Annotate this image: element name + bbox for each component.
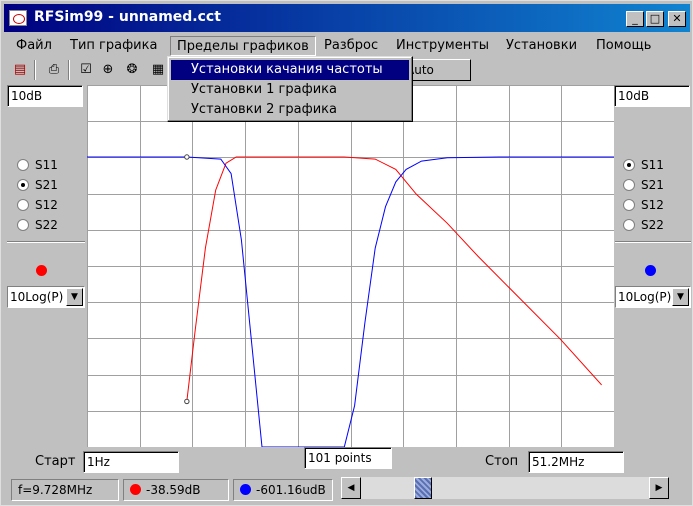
open-icon[interactable]: ▤ [10,60,30,80]
chevron-down-icon[interactable]: ▼ [672,288,689,306]
status-frequency: f=9.728MHz [11,479,119,501]
toolbar-separator [68,60,70,80]
right-trace-color-dot [645,265,656,276]
smith-icon[interactable]: ⊕ [98,60,118,80]
table-icon[interactable]: ▦ [148,60,168,80]
right-radio-s22[interactable]: S22 [623,217,664,233]
radio-icon [623,219,635,231]
stop-frequency-input[interactable]: 51.2MHz [528,451,624,473]
app-icon[interactable] [9,10,27,26]
select-value: 10Log(P) [618,290,672,304]
menu-tools[interactable]: Инструменты [390,36,495,56]
radio-icon [17,179,29,191]
radio-icon [17,159,29,171]
radio-label: S22 [641,218,664,232]
series-line-1 [186,156,602,402]
menu-help[interactable]: Помощь [590,36,657,56]
app-window: RFSim99 - unnamed.cct _ □ ✕ Файл Тип гра… [0,0,693,506]
radio-label: S11 [641,158,664,172]
polar-icon[interactable]: ❂ [122,60,142,80]
radio-icon [17,199,29,211]
title-bar[interactable]: RFSim99 - unnamed.cct _ □ ✕ [4,4,690,32]
graph-limits-dropdown: Установки качания частоты Установки 1 гр… [167,56,413,122]
left-scale-field[interactable]: 10dB [7,85,83,107]
frequency-readout: f=9.728MHz [18,483,93,497]
window-title: RFSim99 - unnamed.cct [34,9,221,25]
radio-icon [17,219,29,231]
scroll-thumb[interactable] [414,477,432,499]
print-icon[interactable]: ⎙ [44,60,64,80]
radio-label: S21 [641,178,664,192]
right-radio-s21[interactable]: S21 [623,177,664,193]
left-radio-s22[interactable]: S22 [17,217,58,233]
left-trace-color-dot [36,265,47,276]
radio-label: S21 [35,178,58,192]
right-radio-s11[interactable]: S11 [623,157,664,173]
points-input[interactable]: 101 points [304,447,392,469]
start-frequency-input[interactable]: 1Hz [83,451,179,473]
radio-icon [623,199,635,211]
trace2-readout: -601.16udB [256,483,326,497]
toolbar-separator [34,60,36,80]
menu-settings[interactable]: Установки [500,36,583,56]
status-trace2: -601.16udB [233,479,333,501]
scroll-left-button[interactable]: ◀ [341,477,361,499]
menu-graph-type[interactable]: Тип графика [64,36,163,56]
menu-file[interactable]: Файл [10,36,58,56]
left-radio-s12[interactable]: S12 [17,197,58,213]
trace1-readout: -38.59dB [146,483,201,497]
select-value: 10Log(P) [10,290,64,304]
stop-label: Стоп [485,454,519,469]
frequency-scrollbar[interactable]: ◀ ▶ [341,477,669,499]
radio-label: S12 [641,198,664,212]
start-label: Старт [35,454,76,469]
radio-icon [623,179,635,191]
cursor-marker[interactable] [184,398,190,405]
status-trace1: -38.59dB [123,479,229,501]
divider [615,241,691,243]
radio-label: S22 [35,218,58,232]
plot-area[interactable] [87,85,615,448]
right-mode-select[interactable]: 10Log(P) ▼ [615,286,691,308]
left-radio-s11[interactable]: S11 [17,157,58,173]
left-radio-s21[interactable]: S21 [17,177,58,193]
menu-tolerance[interactable]: Разброс [318,36,384,56]
dropdown-item-graph1-settings[interactable]: Установки 1 графика [171,80,409,100]
graph-icon[interactable]: ☑ [76,60,96,80]
cursor-marker[interactable] [184,154,190,160]
chevron-down-icon[interactable]: ▼ [66,288,83,306]
scroll-right-button[interactable]: ▶ [649,477,669,499]
menu-bar: Файл Тип графика Пределы графиков Разбро… [4,34,690,56]
red-dot-icon [130,484,141,495]
dropdown-item-sweep-settings[interactable]: Установки качания частоты [171,60,409,80]
radio-icon [623,159,635,171]
radio-label: S12 [35,198,58,212]
right-radio-s12[interactable]: S12 [623,197,664,213]
maximize-button[interactable]: □ [646,11,664,27]
radio-label: S11 [35,158,58,172]
right-scale-field[interactable]: 10dB [614,85,690,107]
left-mode-select[interactable]: 10Log(P) ▼ [7,286,85,308]
minimize-button[interactable]: _ [626,11,644,27]
dropdown-item-graph2-settings[interactable]: Установки 2 графика [171,100,409,120]
menu-graph-limits[interactable]: Пределы графиков [170,36,316,56]
close-button[interactable]: ✕ [668,11,686,27]
plot-svg [87,85,615,448]
blue-dot-icon [240,484,251,495]
divider [7,241,85,243]
